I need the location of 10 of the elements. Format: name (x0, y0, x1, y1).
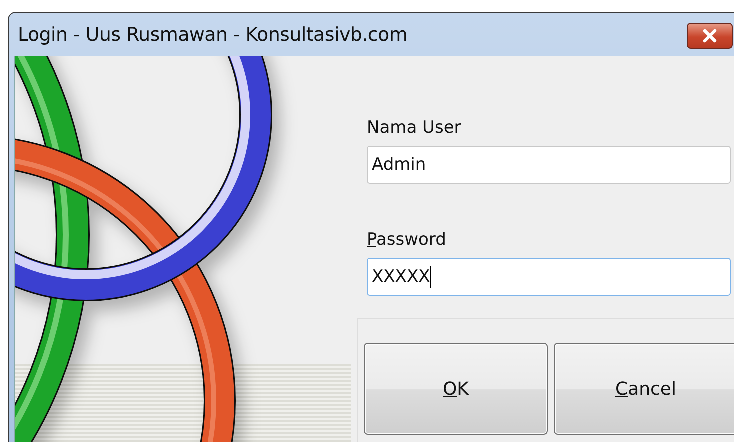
input-field[interactable]: XXXXX (367, 258, 731, 296)
close-button[interactable] (687, 22, 733, 48)
field-label: Password (367, 230, 448, 250)
text-caret (430, 266, 432, 288)
field-label: Nama User (367, 118, 462, 138)
close-icon (702, 28, 718, 42)
input-field[interactable]: Admin (367, 146, 731, 184)
window-title: Login - Uus Rusmawan - Konsultasivb.com (18, 24, 408, 46)
dialog-button[interactable]: Cancel (554, 343, 734, 435)
dialog-button[interactable]: OK (364, 343, 548, 435)
